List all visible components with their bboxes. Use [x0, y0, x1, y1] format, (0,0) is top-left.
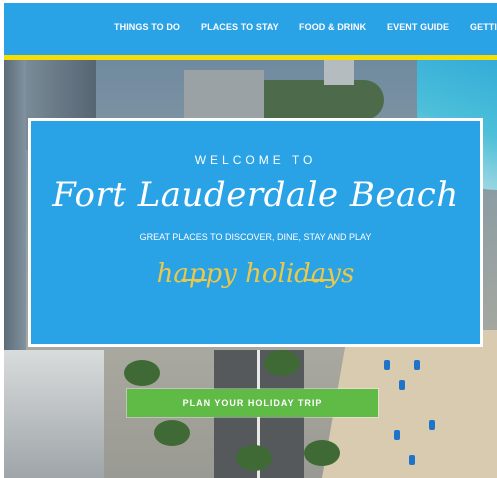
nav-item-getting-here[interactable]: GETTI — [470, 22, 497, 32]
beach-umbrella — [409, 455, 415, 465]
building — [4, 60, 26, 360]
hotel-building — [4, 350, 104, 478]
top-navigation: THINGS TO DO PLACES TO STAY FOOD & DRINK… — [4, 3, 497, 60]
welcome-card: WELCOME TO Fort Lauderdale Beach GREAT P… — [28, 118, 483, 347]
plan-holiday-trip-button[interactable]: PLAN YOUR HOLIDAY TRIP — [127, 389, 378, 417]
palm-tree — [236, 445, 272, 471]
beach-umbrella — [394, 430, 400, 440]
palm-tree — [264, 350, 300, 376]
palm-tree — [154, 420, 190, 446]
beach-umbrella — [429, 420, 435, 430]
building — [324, 60, 354, 85]
page: THINGS TO DO PLACES TO STAY FOOD & DRINK… — [4, 3, 497, 478]
nav-item-places-to-stay[interactable]: PLACES TO STAY — [201, 22, 279, 32]
flourish-right — [306, 279, 332, 281]
beach-umbrella — [414, 360, 420, 370]
nav-item-event-guide[interactable]: EVENT GUIDE — [387, 22, 449, 32]
destination-title: Fort Lauderdale Beach — [52, 175, 459, 215]
happy-holidays-script: happy holidays — [156, 259, 355, 289]
tagline: GREAT PLACES TO DISCOVER, DINE, STAY AND… — [139, 232, 372, 242]
palm-tree — [304, 440, 340, 466]
beach-umbrella — [399, 380, 405, 390]
nav-item-things-to-do[interactable]: THINGS TO DO — [114, 22, 180, 32]
nav-item-food-and-drink[interactable]: FOOD & DRINK — [299, 22, 366, 32]
tree-canopy — [244, 80, 384, 120]
palm-tree — [124, 360, 160, 386]
beach-umbrella — [384, 360, 390, 370]
welcome-heading: WELCOME TO — [194, 153, 317, 167]
